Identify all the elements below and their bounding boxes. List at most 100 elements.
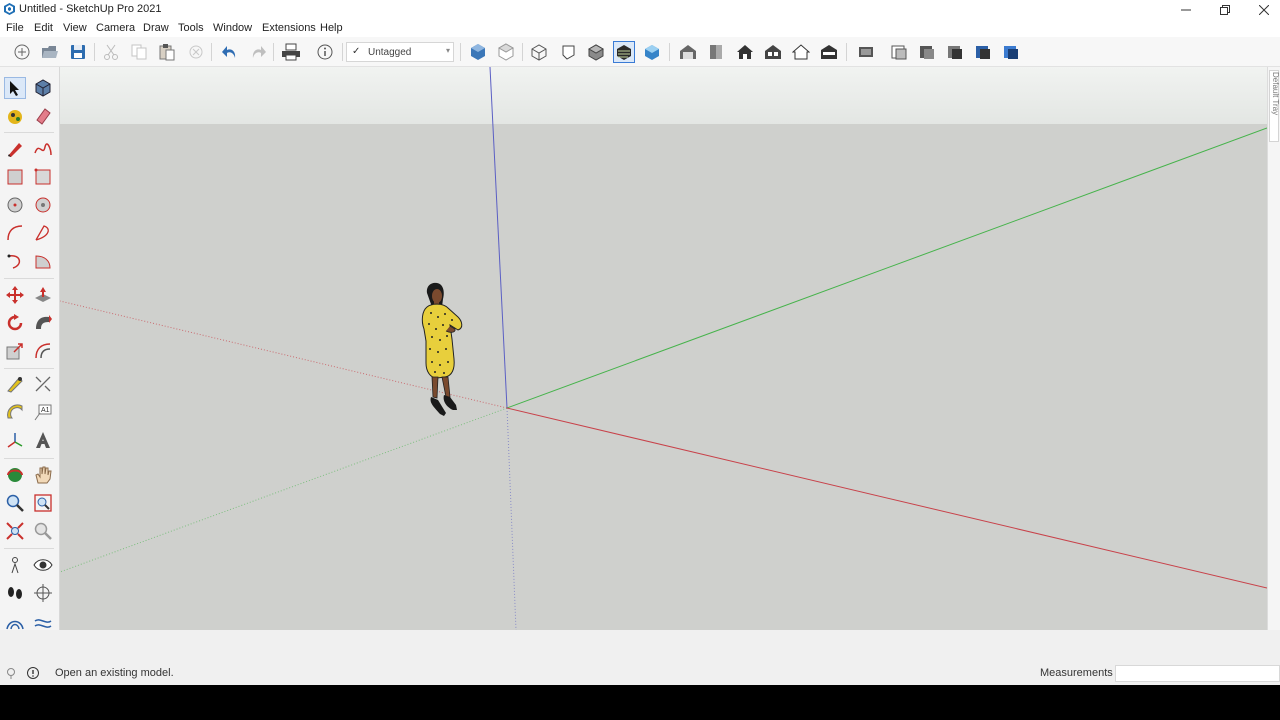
two-point-arc-tool[interactable] <box>32 222 54 244</box>
previous-view-tool[interactable] <box>32 520 54 542</box>
menu-help[interactable]: Help <box>320 22 343 34</box>
menu-extensions[interactable]: Extensions <box>262 22 316 34</box>
shaded-icon <box>617 45 631 60</box>
left-view-button[interactable] <box>818 41 840 63</box>
open-button[interactable] <box>39 41 61 63</box>
minimize-button[interactable] <box>1166 0 1206 19</box>
scene-canvas <box>60 67 1267 630</box>
select-tool[interactable] <box>4 77 26 99</box>
position-camera-tool[interactable] <box>4 554 26 576</box>
fog-button[interactable] <box>972 41 994 63</box>
layout-button[interactable] <box>855 41 877 63</box>
print-button[interactable] <box>280 41 302 63</box>
shaded-textures-button[interactable] <box>641 41 663 63</box>
edges-button[interactable] <box>1000 41 1022 63</box>
menu-edit[interactable]: Edit <box>34 22 53 34</box>
3d-text-tool[interactable] <box>32 429 54 451</box>
geolocation-icon[interactable] <box>5 667 17 679</box>
iso-view-button[interactable] <box>467 41 489 63</box>
orbit-tool[interactable] <box>4 464 26 486</box>
text-label-icon: A1 <box>34 404 52 421</box>
info-icon[interactable] <box>27 667 39 679</box>
zoom-tool[interactable] <box>4 492 26 514</box>
layout-icon <box>859 47 873 57</box>
pan-tool[interactable] <box>32 464 54 486</box>
menu-view[interactable]: View <box>63 22 87 34</box>
circle-tool[interactable] <box>4 194 26 216</box>
redo-button[interactable] <box>247 41 269 63</box>
left-tool-palette: A1 <box>0 67 60 630</box>
styles-button[interactable] <box>888 41 910 63</box>
scale-tool[interactable] <box>4 340 26 362</box>
polygon-tool[interactable] <box>32 194 54 216</box>
component-tool[interactable] <box>32 77 54 99</box>
xray-icon <box>531 44 547 61</box>
move-tool[interactable] <box>4 284 26 306</box>
look-around-tool[interactable] <box>32 554 54 576</box>
freehand-tool[interactable] <box>32 138 54 160</box>
line-tool[interactable] <box>4 138 26 160</box>
offset-tool[interactable] <box>32 340 54 362</box>
iso-view-icon <box>471 44 485 60</box>
model-info-button[interactable] <box>314 41 336 63</box>
zoom-extents-tool[interactable] <box>4 520 26 542</box>
protractor-tool[interactable] <box>4 401 26 423</box>
paint-bucket-tool[interactable] <box>4 105 26 127</box>
zoom-window-tool[interactable] <box>32 492 54 514</box>
open-icon <box>42 46 58 58</box>
measurements-input[interactable] <box>1115 665 1280 682</box>
undo-button[interactable] <box>219 41 241 63</box>
copy-button[interactable] <box>128 41 150 63</box>
sandbox-tool[interactable] <box>4 612 26 630</box>
pan-hand-icon <box>35 466 52 484</box>
eraser-tool[interactable] <box>32 105 54 127</box>
tape-measure-tool[interactable] <box>4 373 26 395</box>
rotated-rectangle-tool[interactable] <box>32 166 54 188</box>
section-plane-tool[interactable] <box>32 582 54 604</box>
default-tray-collapsed[interactable] <box>1267 67 1280 630</box>
menu-file[interactable]: File <box>6 22 24 34</box>
erase-button[interactable] <box>185 41 207 63</box>
walk-tool[interactable] <box>4 582 26 604</box>
dimension-tool[interactable] <box>32 373 54 395</box>
extension-warehouse-button[interactable] <box>705 41 727 63</box>
warehouse-button[interactable] <box>677 41 699 63</box>
position-camera-icon <box>11 557 19 574</box>
new-button[interactable] <box>11 41 33 63</box>
xray-button[interactable] <box>528 41 550 63</box>
menu-window[interactable]: Window <box>213 22 252 34</box>
close-button[interactable] <box>1244 0 1280 19</box>
push-pull-tool[interactable] <box>32 284 54 306</box>
follow-me-tool[interactable] <box>32 312 54 334</box>
tag-dropdown[interactable]: ✓ Untagged ▾ <box>346 42 454 62</box>
cut-button[interactable] <box>100 41 122 63</box>
menu-camera[interactable]: Camera <box>96 22 135 34</box>
restore-button[interactable] <box>1205 0 1245 19</box>
top-view-button[interactable] <box>495 41 517 63</box>
hidden-line-button[interactable] <box>585 41 607 63</box>
rotate-tool[interactable] <box>4 312 26 334</box>
eye-icon <box>33 559 53 571</box>
menu-tools[interactable]: Tools <box>178 22 204 34</box>
rectangle-tool[interactable] <box>4 166 26 188</box>
three-point-arc-tool[interactable] <box>4 250 26 272</box>
wireframe-button[interactable] <box>557 41 579 63</box>
menu-draw[interactable]: Draw <box>143 22 169 34</box>
home-view-button[interactable] <box>734 41 756 63</box>
arc-tool[interactable] <box>4 222 26 244</box>
axes-tool[interactable] <box>4 429 26 451</box>
drawing-viewport[interactable] <box>60 67 1267 630</box>
screen-bottom-border <box>0 685 1280 720</box>
back-view-button[interactable] <box>790 41 812 63</box>
shadows-button[interactable] <box>944 41 966 63</box>
front-view-button[interactable] <box>762 41 784 63</box>
shaded-button[interactable] <box>613 41 635 63</box>
paste-button[interactable] <box>156 41 178 63</box>
text-tool[interactable]: A1 <box>32 401 54 423</box>
smoove-tool[interactable] <box>32 612 54 630</box>
top-view-icon <box>497 43 515 61</box>
scenes-button[interactable] <box>916 41 938 63</box>
save-icon <box>71 45 85 59</box>
save-button[interactable] <box>67 41 89 63</box>
pie-tool[interactable] <box>32 250 54 272</box>
